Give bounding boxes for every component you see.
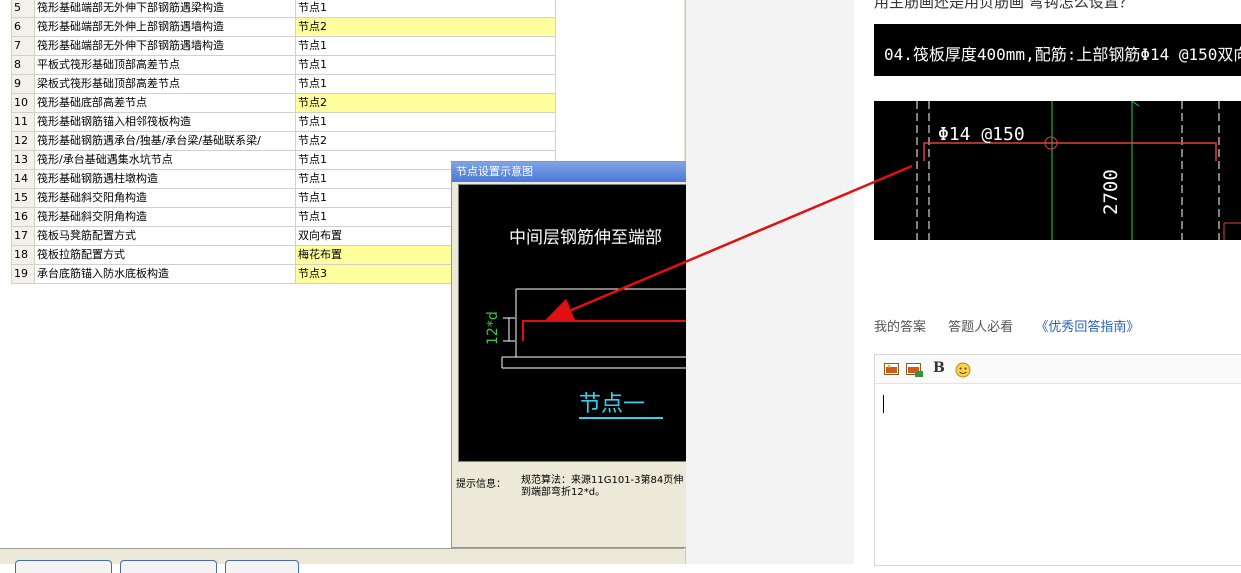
setting-value-cell[interactable]: 节点1	[295, 36, 556, 56]
cad-note-image: 04.筏板厚度400mm,配筋:上部钢筋Φ14 @150双向拉通;板	[874, 24, 1241, 76]
row-index: 10	[11, 93, 35, 113]
page-gutter	[686, 0, 854, 564]
setting-name-cell: 筏形基础钢筋遇柱墩构造	[34, 169, 296, 189]
table-row[interactable]: 7 筏形基础端部无外伸下部钢筋遇墙构造 节点1	[11, 36, 556, 56]
my-answer-label: 我的答案	[874, 320, 927, 335]
table-row[interactable]: 9 梁板式筏形基础顶部高差节点 节点1	[11, 74, 556, 94]
setting-name-cell: 筏形基础端部无外伸下部钢筋遇墙构造	[34, 36, 296, 56]
rebar-line	[522, 320, 687, 341]
row-index: 17	[11, 226, 35, 246]
row-index: 14	[11, 169, 35, 189]
must-read-label: 答题人必看	[948, 320, 1014, 335]
table-row[interactable]: 12 筏形基础钢筋遇承台/独基/承台梁/基础联系梁/节点2	[11, 131, 556, 151]
gallery-icon[interactable]	[906, 362, 923, 377]
cad-rebar-label: Φ14 @150	[938, 124, 1025, 145]
dimension-label: 12*d	[485, 311, 501, 345]
editor-toolbar: B	[875, 355, 1241, 384]
node-drawing: 中间层钢筋伸至端部 12*d 节点一	[458, 184, 687, 462]
row-index: 19	[11, 264, 35, 284]
setting-name-cell: 筏形基础斜交阴角构造	[34, 207, 296, 227]
table-row[interactable]: 6 筏形基础端部无外伸上部钢筋遇墙构造 节点2	[11, 17, 556, 37]
row-index: 18	[11, 245, 35, 265]
qa-page: 用主筋画还是用负筋画 弯钩怎么设置？ 04.筏板厚度400mm,配筋:上部钢筋Φ…	[854, 0, 1241, 566]
guide-link[interactable]: 《优秀回答指南》	[1035, 320, 1139, 335]
row-index: 12	[11, 131, 35, 151]
setting-name-cell: 筏形基础钢筋遇承台/独基/承台梁/基础联系梁/	[34, 131, 296, 151]
table-row[interactable]: 11 筏形基础钢筋锚入相邻筏板构造 节点1	[11, 112, 556, 132]
hint-label: 提示信息：	[456, 479, 506, 490]
setting-value-cell[interactable]: 节点2	[295, 17, 556, 37]
answer-tabs: 我的答案 答题人必看 《优秀回答指南》	[874, 316, 1139, 335]
node-label: 节点一	[579, 392, 645, 417]
dialog-title[interactable]: 节点设置示意图	[452, 162, 686, 182]
setting-name-cell: 筏形基础底部高差节点	[34, 93, 296, 113]
table-row[interactable]: 10 筏形基础底部高差节点 节点2	[11, 93, 556, 113]
setting-name-cell: 承台底筋锚入防水底板构造	[34, 264, 296, 284]
text-caret	[883, 395, 884, 413]
setting-name-cell: 筏形基础端部无外伸上部钢筋遇墙构造	[34, 17, 296, 37]
row-index: 13	[11, 150, 35, 170]
setting-value-cell[interactable]: 节点1	[295, 0, 556, 18]
settings-panel: 5 筏形基础端部无外伸下部钢筋遇梁构造 节点1 6 筏形基础端部无外伸上部钢筋遇墙构造节…	[0, 0, 687, 573]
drawing-caption: 中间层钢筋伸至端部	[509, 228, 662, 248]
table-row[interactable]: 8 平板式筏形基础顶部高差节点 节点1	[11, 55, 556, 75]
setting-name-cell: 梁板式筏形基础顶部高差节点	[34, 74, 296, 94]
cad-note-text: 04.筏板厚度400mm,配筋:上部钢筋Φ14 @150双向拉通;板	[884, 45, 1241, 64]
setting-value-cell[interactable]: 节点1	[295, 55, 556, 75]
bottom-button-2[interactable]	[120, 560, 217, 573]
row-index: 6	[11, 17, 35, 37]
row-index: 8	[11, 55, 35, 75]
bottom-button-1[interactable]	[15, 560, 112, 573]
setting-name-cell: 筏板马凳筋配置方式	[34, 226, 296, 246]
node-diagram-dialog: 节点设置示意图 中间层钢筋伸至端部 12*d 节点一 提示信息： 规范算法：来源…	[451, 161, 687, 548]
setting-name-cell: 筏形/承台基础遇集水坑节点	[34, 150, 296, 170]
hint-text: 规范算法：来源11G101-3第84页伸到端部弯折12*d。	[521, 475, 684, 498]
answer-editor[interactable]: B	[874, 354, 1241, 566]
setting-name-cell: 平板式筏形基础顶部高差节点	[34, 55, 296, 75]
question-text: 用主筋画还是用负筋画 弯钩怎么设置？	[874, 0, 1134, 11]
row-index: 7	[11, 36, 35, 56]
row-index: 11	[11, 112, 35, 132]
setting-name-cell: 筏形基础钢筋锚入相邻筏板构造	[34, 112, 296, 132]
image-icon[interactable]	[884, 362, 900, 376]
row-index: 5	[11, 0, 35, 18]
bold-icon[interactable]: B	[933, 360, 949, 376]
bottom-button-bar	[0, 549, 684, 573]
cad-dimension: 2700	[1100, 169, 1122, 215]
emoji-icon[interactable]	[955, 362, 971, 378]
row-index: 15	[11, 188, 35, 208]
row-index: 16	[11, 207, 35, 227]
cad-section-image: Φ14 @150 2700	[874, 100, 1241, 240]
setting-name-cell: 筏板拉筋配置方式	[34, 245, 296, 265]
setting-value-cell[interactable]: 节点2	[295, 131, 556, 151]
table-row[interactable]: 5 筏形基础端部无外伸下部钢筋遇梁构造 节点1	[11, 0, 556, 18]
setting-value-cell[interactable]: 节点1	[295, 112, 556, 132]
row-index: 9	[11, 74, 35, 94]
bottom-button-3[interactable]	[225, 560, 299, 573]
setting-name-cell: 筏形基础端部无外伸下部钢筋遇梁构造	[34, 0, 296, 18]
setting-value-cell[interactable]: 节点1	[295, 74, 556, 94]
setting-value-cell[interactable]: 节点2	[295, 93, 556, 113]
setting-name-cell: 筏形基础斜交阳角构造	[34, 188, 296, 208]
